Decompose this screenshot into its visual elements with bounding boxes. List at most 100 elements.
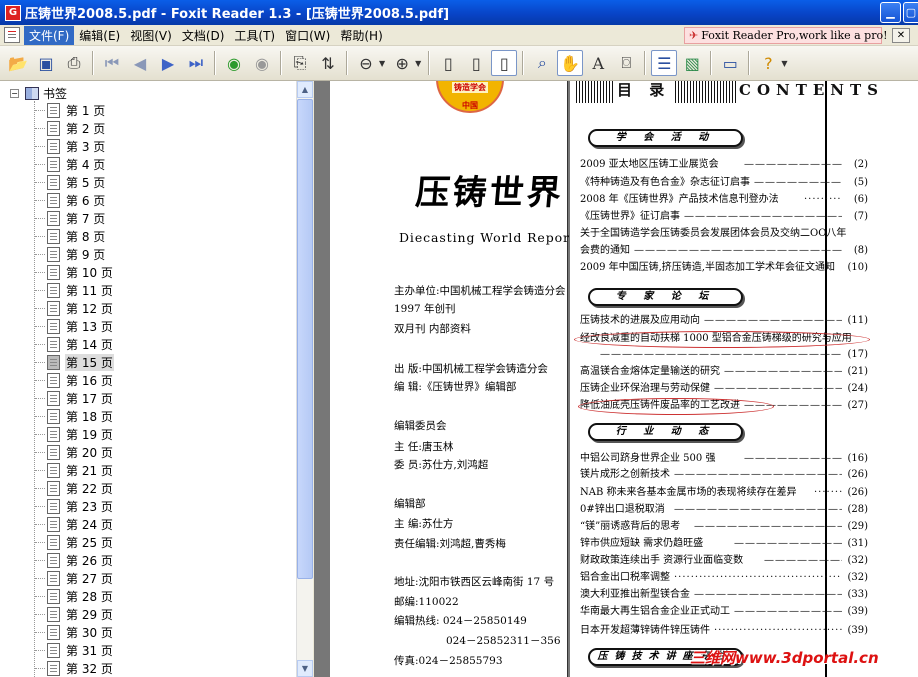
toc-entry[interactable]: —————————————————————————— 《特种铸造及有色合金》杂志征… — [580, 175, 868, 191]
toc-entry[interactable]: —————————————————————————— 《压铸世界》征订启事 (7) — [580, 209, 868, 225]
toc-entry[interactable]: —————————————————————————— 镁片成形之创新技术 (26) — [580, 467, 868, 483]
bookmark-page-item[interactable]: 第 32 页 — [35, 659, 114, 677]
bookmark-page-item[interactable]: 第 29 页 — [35, 605, 114, 623]
bookmark-page-item[interactable]: 第 31 页 — [35, 641, 114, 659]
bookmark-page-item[interactable]: 第 26 页 — [35, 551, 114, 569]
toc-entry[interactable]: ——————————————————————————(17) — [580, 347, 868, 363]
bookmark-page-item[interactable]: 第 15 页 — [35, 353, 114, 371]
bookmark-page-item[interactable]: 第 16 页 — [35, 371, 114, 389]
bookmark-page-item[interactable]: 第 17 页 — [35, 389, 114, 407]
continuous-button[interactable]: ▯ — [463, 50, 489, 76]
toc-entry[interactable]: ········································… — [580, 485, 868, 501]
menu-window[interactable]: 窗口(W) — [280, 26, 335, 45]
toc-entry[interactable]: ········································… — [580, 623, 868, 639]
prev-page-button[interactable]: ◀ — [127, 50, 153, 76]
document-close-button[interactable]: ✕ — [892, 28, 910, 43]
toc-entry[interactable]: —————————————————————————— 压铸企业环保治理与劳动保健 (… — [580, 381, 868, 397]
toc-entry[interactable]: —————————————————————————— 0#锌出口退税取消 (28) — [580, 502, 868, 518]
print-button[interactable]: ⎙ — [61, 50, 87, 76]
document-icon[interactable] — [4, 27, 20, 43]
scroll-down-button[interactable]: ▼ — [297, 660, 313, 677]
toc-entry[interactable]: —————————————————————————— 财政政策连续出手 资源行业面… — [580, 553, 868, 569]
bookmarks-button[interactable]: ☰ — [651, 50, 678, 76]
minimize-button[interactable]: ▁ — [880, 2, 901, 23]
help-button[interactable]: ? — [755, 50, 781, 76]
bookmark-page-item[interactable]: 第 7 页 — [35, 209, 106, 227]
save-button[interactable]: ▣ — [33, 50, 59, 76]
collapse-icon[interactable]: − — [10, 88, 19, 98]
bookmark-page-item[interactable]: 第 6 页 — [35, 191, 106, 209]
document-view[interactable]: 铸造学会 中国 压铸世界 Diecasting World Report 主办单… — [314, 81, 918, 677]
toc-entry[interactable]: ········································… — [580, 192, 868, 208]
back-button[interactable]: ◉ — [221, 50, 247, 76]
menu-tools[interactable]: 工具(T) — [229, 26, 280, 45]
maximize-button[interactable]: ▢ — [903, 2, 918, 23]
bookmark-page-item[interactable]: 第 24 页 — [35, 515, 114, 533]
toc-entry[interactable]: —————————————————————————— 中铝公司跻身世界企业 500… — [580, 451, 868, 467]
first-page-button[interactable]: ⏮ — [99, 50, 125, 76]
bookmark-page-item[interactable]: 第 23 页 — [35, 497, 114, 515]
hand-tool-button[interactable]: ✋ — [557, 50, 584, 76]
zoom-in-dropdown-icon[interactable]: ▼ — [415, 59, 421, 68]
toc-entry[interactable]: —————————————————————————— 2009 亚太地区压铸工业展… — [580, 157, 868, 173]
title-bar[interactable]: G 压铸世界2008.5.pdf - Foxit Reader 1.3 - [压… — [0, 0, 918, 25]
bookmark-page-item[interactable]: 第 1 页 — [35, 101, 106, 119]
toc-entry[interactable]: ——————————————————————————2009 年中国压铸,挤压铸… — [580, 260, 868, 276]
thumbnails-button[interactable]: ▧ — [679, 50, 705, 76]
toc-entry[interactable]: —————————————————————————— 锌市供应短缺 需求仍趋旺盛 (… — [580, 536, 868, 552]
toc-entry[interactable]: —————————————————————————— “镁”丽诱惑背后的思考 (29… — [580, 519, 868, 535]
bookmark-page-item[interactable]: 第 5 页 — [35, 173, 106, 191]
bookmark-page-item[interactable]: 第 19 页 — [35, 425, 114, 443]
bookmark-page-item[interactable]: 第 4 页 — [35, 155, 106, 173]
promo-banner[interactable]: ✈ Foxit Reader Pro,work like a pro! — [684, 27, 888, 44]
bookmark-page-item[interactable]: 第 30 页 — [35, 623, 114, 641]
next-page-button[interactable]: ▶ — [155, 50, 181, 76]
bookmark-page-item[interactable]: 第 3 页 — [35, 137, 106, 155]
bookmark-scrollbar[interactable]: ▲ ▼ — [296, 81, 313, 677]
toc-entry[interactable]: —————————————————————————— 高温镁合金熔体定量输送的研究… — [580, 364, 868, 380]
menu-file[interactable]: 文件(F) — [24, 25, 75, 45]
open-button[interactable]: 📂 — [5, 50, 31, 76]
bookmark-page-item[interactable]: 第 10 页 — [35, 263, 114, 281]
zoom-out-button[interactable]: ⊖ — [353, 50, 379, 76]
toc-entry[interactable]: —————————————————————————— 压铸技术的进展及应用动向 (1… — [580, 313, 868, 329]
toc-entry[interactable]: —————————————————————————— 会费的通知 (8) — [580, 243, 868, 259]
menu-view[interactable]: 视图(V) — [125, 26, 177, 45]
menu-edit[interactable]: 编辑(E) — [74, 26, 125, 45]
bookmark-page-item[interactable]: 第 12 页 — [35, 299, 114, 317]
toc-entry[interactable]: 关于全国铸造学会压铸委员会发展团体会员及交纳二OO八年 — [580, 226, 868, 242]
scroll-up-button[interactable]: ▲ — [297, 81, 313, 98]
menu-document[interactable]: 文档(D) — [177, 26, 230, 45]
foxit-app-icon[interactable]: G — [5, 4, 21, 21]
extract-button[interactable]: ⇅ — [315, 50, 341, 76]
find-button[interactable]: ⌕ — [529, 50, 555, 76]
bookmark-page-item[interactable]: 第 27 页 — [35, 569, 114, 587]
annotation-button[interactable]: ▭ — [717, 50, 743, 76]
bookmark-page-item[interactable]: 第 21 页 — [35, 461, 114, 479]
bookmark-page-item[interactable]: 第 2 页 — [35, 119, 106, 137]
bookmark-page-item[interactable]: 第 8 页 — [35, 227, 106, 245]
bookmark-page-item[interactable]: 第 22 页 — [35, 479, 114, 497]
bookmark-page-item[interactable]: 第 18 页 — [35, 407, 114, 425]
zoom-in-button[interactable]: ⊕ — [389, 50, 415, 76]
rotate-button[interactable]: ⎘ — [287, 50, 313, 76]
bookmark-page-item[interactable]: 第 25 页 — [35, 533, 114, 551]
zoom-out-dropdown-icon[interactable]: ▼ — [379, 59, 385, 68]
facing-button[interactable]: ▯ — [491, 50, 518, 76]
toc-entry[interactable]: ········································… — [580, 570, 868, 586]
select-text-button[interactable]: A — [585, 50, 611, 76]
last-page-button[interactable]: ⏭ — [183, 50, 209, 76]
menu-help[interactable]: 帮助(H) — [335, 26, 387, 45]
scroll-thumb[interactable] — [297, 99, 313, 579]
toc-entry[interactable]: —————————————————————————— 澳大利亚推出新型镁合金 (33… — [580, 587, 868, 603]
bookmark-page-item[interactable]: 第 14 页 — [35, 335, 114, 353]
bookmark-page-item[interactable]: 第 28 页 — [35, 587, 114, 605]
snapshot-button[interactable]: ⌼ — [613, 50, 639, 76]
bookmark-page-item[interactable]: 第 20 页 — [35, 443, 114, 461]
bookmark-root[interactable]: − 书签 — [10, 84, 67, 102]
bookmark-page-item[interactable]: 第 9 页 — [35, 245, 106, 263]
bookmark-page-item[interactable]: 第 11 页 — [35, 281, 114, 299]
toc-entry[interactable]: —————————————————————————— 华南最大再生铝合金企业正式动… — [580, 604, 868, 620]
bookmark-page-item[interactable]: 第 13 页 — [35, 317, 114, 335]
help-dropdown-icon[interactable]: ▼ — [781, 59, 787, 68]
